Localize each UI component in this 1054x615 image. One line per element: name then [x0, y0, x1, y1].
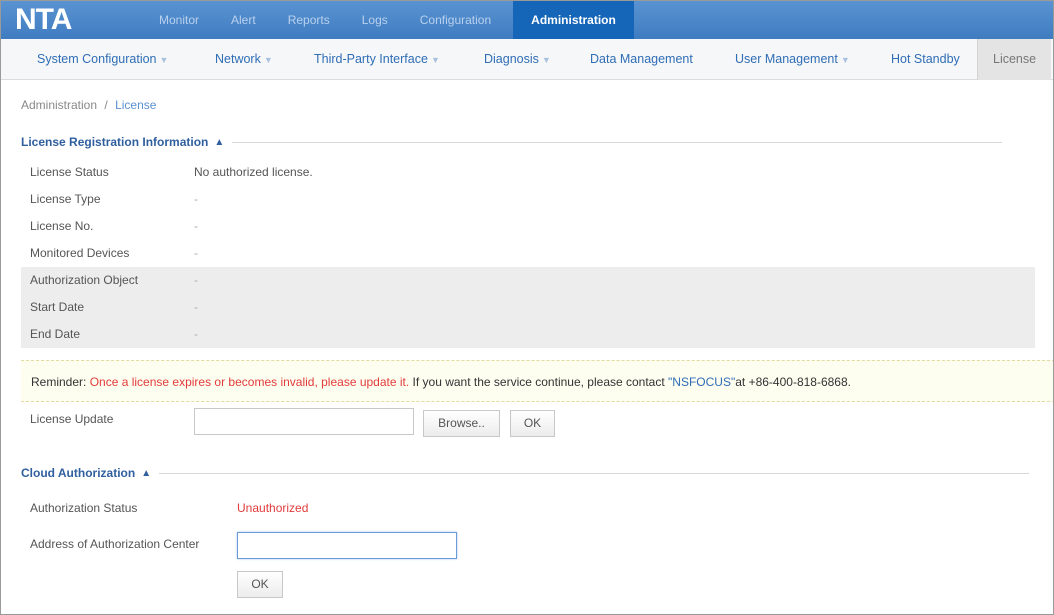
- monitored-devices-row: Monitored Devices -: [21, 240, 1035, 267]
- cloud-ok-button[interactable]: OK: [237, 571, 283, 598]
- reminder-company: "NSFOCUS": [668, 375, 736, 389]
- end-date-row: End Date -: [21, 321, 1035, 348]
- chevron-down-icon: ▼: [840, 55, 850, 65]
- breadcrumb-parent[interactable]: Administration: [21, 98, 97, 112]
- subnav-label: Third-Party Interface: [314, 52, 428, 66]
- row-label: Authorization Object: [30, 273, 139, 287]
- reminder-prefix: Reminder:: [31, 375, 90, 389]
- row-label: License Type: [30, 192, 101, 206]
- license-update-label: License Update: [30, 412, 114, 426]
- row-value: -: [194, 246, 198, 260]
- section-title: Cloud Authorization: [21, 466, 136, 480]
- authorization-object-row: Authorization Object -: [21, 267, 1035, 294]
- app-window: NTA Monitor Alert Reports Logs Configura…: [0, 0, 1054, 615]
- subnav-third-party-interface[interactable]: Third-Party Interface ▼: [314, 39, 440, 80]
- cloud-section-header[interactable]: Cloud Authorization ▲: [21, 465, 1030, 481]
- subnav-license[interactable]: License: [977, 39, 1052, 80]
- subnav-label: System Configuration: [37, 52, 157, 66]
- tab-monitor[interactable]: Monitor: [143, 1, 215, 39]
- reminder-banner: Reminder: Once a license expires or beco…: [21, 360, 1053, 402]
- row-value: -: [194, 273, 198, 287]
- row-value: -: [194, 327, 198, 341]
- tab-logs[interactable]: Logs: [346, 1, 404, 39]
- reminder-suffix: at +86-400-818-6868.: [735, 375, 851, 389]
- tab-alert[interactable]: Alert: [215, 1, 272, 39]
- subnav-hot-standby[interactable]: Hot Standby: [891, 39, 960, 80]
- subnav-user-management[interactable]: User Management ▼: [735, 39, 850, 80]
- row-label: Monitored Devices: [30, 246, 130, 260]
- row-value: -: [194, 300, 198, 314]
- breadcrumb: Administration / License: [21, 98, 156, 112]
- breadcrumb-current: License: [115, 98, 157, 112]
- chevron-down-icon: ▼: [541, 55, 551, 65]
- reminder-warning: Once a license expires or becomes invali…: [89, 375, 410, 389]
- row-label: License No.: [30, 219, 94, 233]
- section-title: License Registration Information: [21, 135, 209, 149]
- row-value: -: [194, 219, 198, 233]
- browse-button[interactable]: Browse..: [423, 410, 500, 437]
- subnav-data-management[interactable]: Data Management: [590, 39, 693, 80]
- subnav-network[interactable]: Network ▼: [215, 39, 273, 80]
- chevron-up-icon[interactable]: ▲: [141, 468, 151, 479]
- row-value: -: [194, 192, 198, 206]
- subnav-label: User Management: [735, 52, 838, 66]
- chevron-down-icon: ▼: [430, 55, 440, 65]
- row-label: Start Date: [30, 300, 85, 314]
- sub-nav-bar: System Configuration ▼ Network ▼ Third-Par…: [1, 39, 1053, 80]
- row-value: No authorized license.: [194, 165, 313, 179]
- license-status-row: License Status No authorized license.: [21, 159, 1035, 186]
- chevron-down-icon: ▼: [263, 55, 273, 65]
- tab-configuration[interactable]: Configuration: [404, 1, 507, 39]
- subnav-label: Data Management: [590, 52, 693, 66]
- top-nav-bar: NTA Monitor Alert Reports Logs Configura…: [1, 1, 1053, 39]
- authorization-center-label: Address of Authorization Center: [30, 537, 200, 551]
- breadcrumb-separator: /: [104, 98, 108, 112]
- license-file-input[interactable]: [194, 408, 414, 435]
- license-section-header[interactable]: License Registration Information ▲: [21, 134, 1003, 150]
- row-label: License Status: [30, 165, 109, 179]
- section-divider: [232, 141, 1003, 143]
- subnav-label: License: [993, 52, 1037, 66]
- authorization-center-input[interactable]: [237, 532, 457, 559]
- section-divider: [159, 472, 1030, 474]
- chevron-down-icon: ▼: [159, 55, 169, 65]
- chevron-up-icon[interactable]: ▲: [214, 137, 224, 148]
- app-logo: NTA: [15, 3, 72, 36]
- tab-reports[interactable]: Reports: [272, 1, 346, 39]
- start-date-row: Start Date -: [21, 294, 1035, 321]
- authorization-status-label: Authorization Status: [30, 501, 138, 515]
- row-label: End Date: [30, 327, 81, 341]
- subnav-system-configuration[interactable]: System Configuration ▼: [37, 39, 168, 80]
- subnav-label: Hot Standby: [891, 52, 960, 66]
- authorization-status-value: Unauthorized: [237, 501, 309, 515]
- subnav-label: Diagnosis: [484, 52, 539, 66]
- reminder-middle: If you want the service continue, please…: [409, 375, 669, 389]
- tab-administration[interactable]: Administration: [513, 1, 634, 39]
- license-no-row: License No. -: [21, 213, 1035, 240]
- license-type-row: License Type -: [21, 186, 1035, 213]
- subnav-diagnosis[interactable]: Diagnosis ▼: [484, 39, 551, 80]
- subnav-label: Network: [215, 52, 261, 66]
- top-nav-tabs: Monitor Alert Reports Logs Configuration…: [143, 1, 634, 39]
- license-ok-button[interactable]: OK: [510, 410, 555, 437]
